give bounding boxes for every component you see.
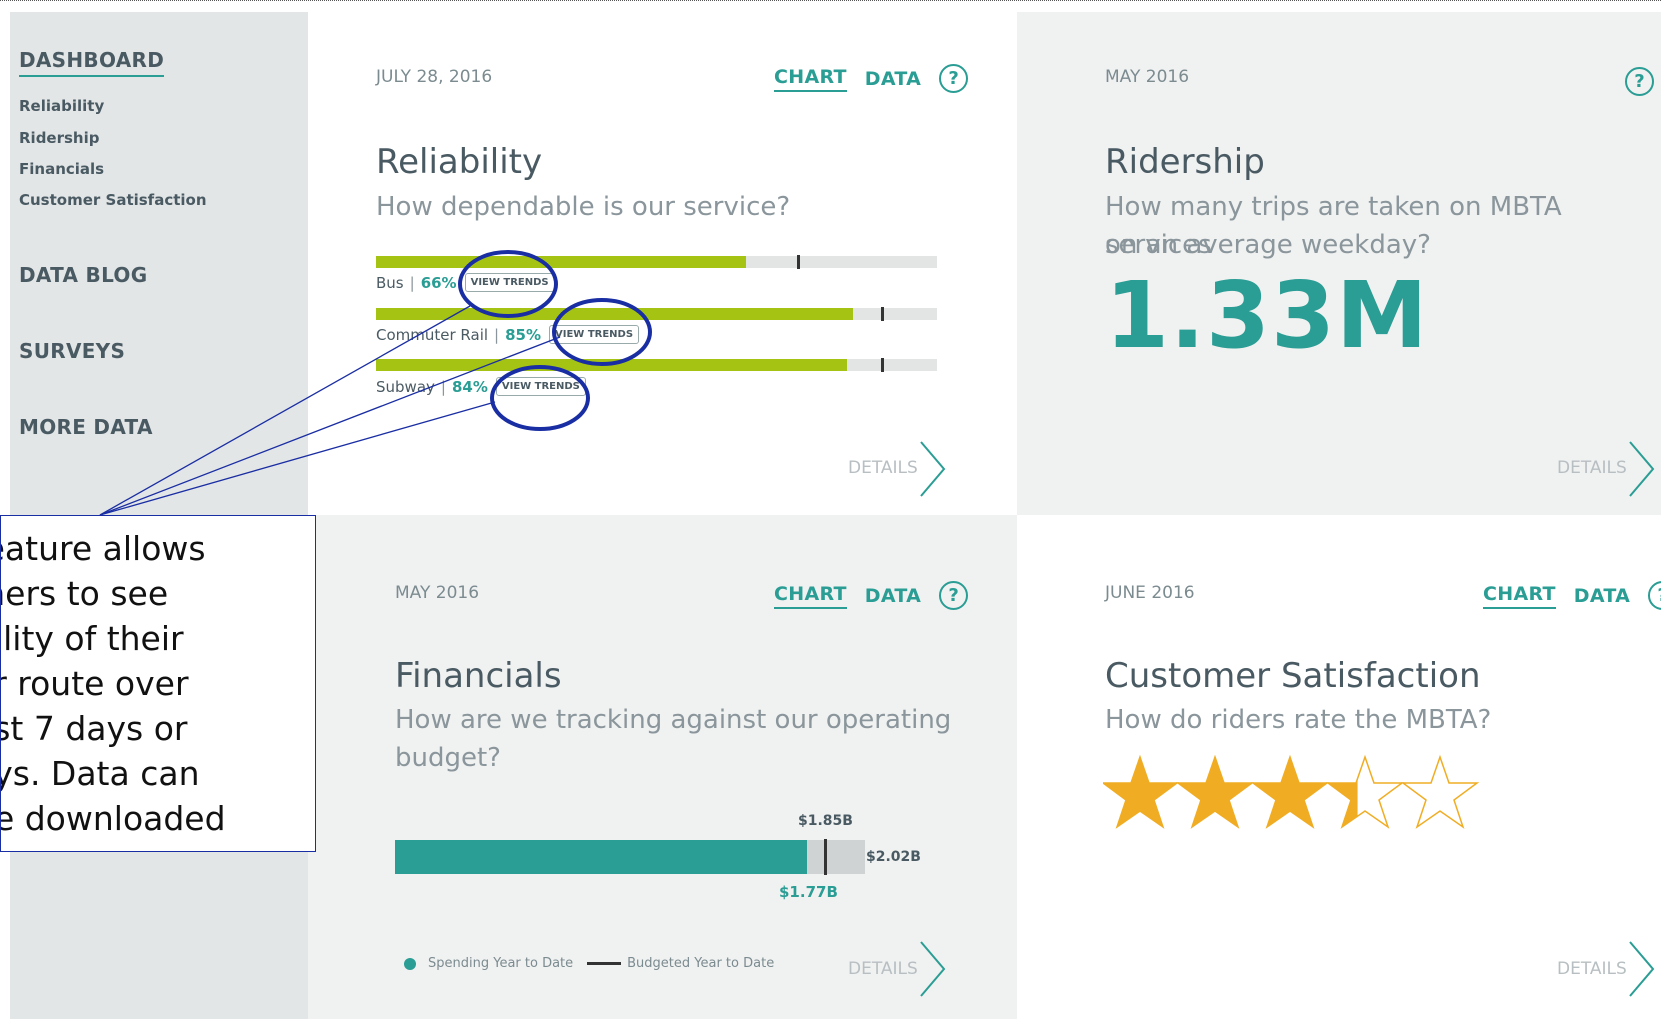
bus-view-trends-highlight bbox=[458, 250, 558, 318]
callout-pointer-line-bus bbox=[99, 305, 471, 516]
callout-pointer-line-commuter-rail bbox=[99, 336, 561, 516]
callout-pointer-line-subway bbox=[99, 401, 496, 516]
annotation-callout-box: feature allows mers to see bility of their… bbox=[0, 515, 316, 852]
callout-line: ays. Data can bbox=[1, 754, 200, 793]
commuter-rail-view-trends-highlight bbox=[552, 298, 652, 366]
callout-text: feature allows mers to see bility of their… bbox=[1, 526, 315, 841]
callout-line: mers to see bbox=[1, 574, 169, 613]
callout-line: ast 7 days or bbox=[1, 709, 188, 748]
annotation-overlay bbox=[99, 250, 652, 516]
callout-line: be downloaded bbox=[1, 799, 226, 838]
callout-line: or route over bbox=[1, 664, 189, 703]
callout-line: feature allows bbox=[1, 529, 206, 568]
subway-view-trends-highlight bbox=[490, 365, 590, 431]
callout-line: bility of their bbox=[1, 619, 184, 658]
